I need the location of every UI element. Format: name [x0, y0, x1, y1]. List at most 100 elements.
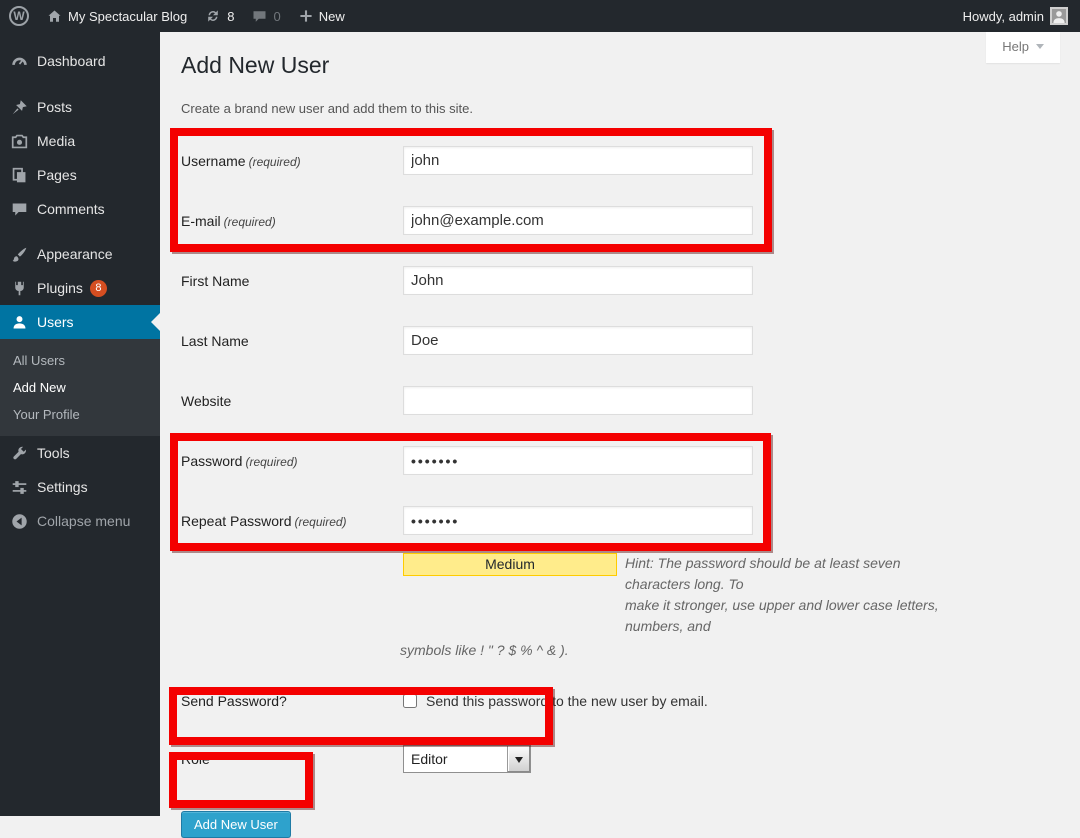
plugins-update-badge: 8	[90, 280, 107, 297]
sidebar-item-label: Plugins	[37, 280, 83, 296]
help-label: Help	[1002, 39, 1029, 54]
collapse-icon	[11, 513, 28, 530]
new-label: New	[319, 9, 345, 24]
users-submenu: All Users Add New Your Profile	[0, 339, 160, 436]
first-name-row: First Name	[181, 266, 961, 295]
first-name-input[interactable]	[403, 266, 753, 295]
password-row: Password(required)	[181, 446, 961, 475]
role-select[interactable]: Editor	[403, 745, 531, 773]
sidebar-item-label: Tools	[37, 445, 70, 461]
submenu-item-add-new[interactable]: Add New	[0, 374, 160, 401]
password-hint-line: Hint: The password should be at least se…	[625, 553, 961, 595]
sidebar-item-label: Pages	[37, 167, 77, 183]
email-label: E-mail(required)	[181, 213, 403, 229]
username-label: Username(required)	[181, 153, 403, 169]
last-name-row: Last Name	[181, 326, 961, 355]
plugin-icon	[11, 280, 28, 297]
add-new-user-button[interactable]: Add New User	[181, 811, 291, 838]
password-strength-meter: Medium	[403, 553, 617, 576]
send-password-checkbox[interactable]	[403, 694, 417, 708]
updates-link[interactable]: 8	[196, 0, 243, 32]
sidebar-item-dashboard[interactable]: Dashboard	[0, 44, 160, 78]
site-name-label: My Spectacular Blog	[68, 9, 187, 24]
comment-count: 0	[273, 9, 280, 24]
required-note: (required)	[245, 455, 297, 469]
comments-link[interactable]: 0	[243, 0, 289, 32]
role-selected-value: Editor	[404, 746, 507, 772]
email-field[interactable]	[403, 206, 753, 235]
page-title: Add New User	[181, 51, 1080, 80]
submenu-item-your-profile[interactable]: Your Profile	[0, 401, 160, 428]
media-icon	[11, 133, 28, 150]
comment-icon	[252, 9, 267, 24]
sidebar-item-posts[interactable]: Posts	[0, 90, 160, 124]
howdy-label: Howdy, admin	[963, 9, 1044, 24]
password-input[interactable]	[403, 446, 753, 475]
repeat-password-input[interactable]	[403, 506, 753, 535]
password-label: Password(required)	[181, 453, 403, 469]
chevron-down-icon	[1036, 44, 1044, 53]
brush-icon	[11, 246, 28, 263]
sidebar-item-label: Comments	[37, 201, 105, 217]
sidebar-item-label: Users	[37, 314, 74, 330]
site-name-link[interactable]: My Spectacular Blog	[38, 0, 196, 32]
collapse-menu-button[interactable]: Collapse menu	[0, 504, 160, 538]
sidebar-item-settings[interactable]: Settings	[0, 470, 160, 504]
required-note: (required)	[249, 155, 301, 169]
required-note: (required)	[295, 515, 347, 529]
wordpress-logo-icon: W	[9, 6, 29, 26]
plus-icon	[299, 9, 313, 23]
sidebar-item-plugins[interactable]: Plugins 8	[0, 271, 160, 305]
sidebar-item-comments[interactable]: Comments	[0, 192, 160, 226]
website-label: Website	[181, 393, 403, 409]
sidebar-item-pages[interactable]: Pages	[0, 158, 160, 192]
collapse-menu-label: Collapse menu	[37, 513, 130, 529]
sidebar-item-users[interactable]: Users	[0, 305, 160, 339]
avatar	[1050, 7, 1068, 25]
submenu-item-all-users[interactable]: All Users	[0, 347, 160, 374]
required-note: (required)	[224, 215, 276, 229]
select-dropdown-button[interactable]	[507, 746, 530, 772]
update-count: 8	[227, 9, 234, 24]
sidebar-item-media[interactable]: Media	[0, 124, 160, 158]
user-icon	[11, 314, 28, 331]
send-password-label: Send Password?	[181, 693, 403, 709]
help-button[interactable]: Help	[986, 32, 1060, 63]
sidebar-item-label: Appearance	[37, 246, 113, 262]
main-content: Help Add New User Create a brand new use…	[160, 32, 1080, 816]
email-row: E-mail(required)	[181, 206, 961, 235]
website-row: Website	[181, 386, 961, 415]
admin-sidebar: Dashboard Posts Media Pages Comments	[0, 32, 160, 816]
sidebar-item-label: Settings	[37, 479, 88, 495]
update-icon	[205, 8, 221, 24]
comments-icon	[11, 201, 28, 218]
website-input[interactable]	[403, 386, 753, 415]
last-name-input[interactable]	[403, 326, 753, 355]
wrench-icon	[11, 445, 28, 462]
repeat-password-row: Repeat Password(required)	[181, 506, 961, 535]
chevron-down-icon	[515, 757, 523, 767]
account-menu[interactable]: Howdy, admin	[954, 0, 1080, 32]
password-strength-row: Medium Hint: The password should be at l…	[403, 553, 961, 637]
sidebar-item-label: Posts	[37, 99, 72, 115]
password-hint-line: symbols like ! " ? $ % ^ & ).	[400, 640, 961, 661]
role-row: Role Editor	[181, 745, 961, 773]
pages-icon	[11, 167, 28, 184]
wordpress-menu[interactable]: W	[0, 0, 38, 32]
home-icon	[47, 9, 62, 24]
pin-icon	[11, 99, 28, 116]
send-password-row: Send Password? Send this password to the…	[181, 692, 961, 710]
dashboard-icon	[11, 53, 28, 70]
send-password-checkbox-label: Send this password to the new user by em…	[426, 693, 708, 709]
new-content-menu[interactable]: New	[290, 0, 354, 32]
sidebar-item-tools[interactable]: Tools	[0, 436, 160, 470]
sliders-icon	[11, 479, 28, 496]
role-label: Role	[181, 751, 403, 767]
password-hint-line: make it stronger, use upper and lower ca…	[625, 595, 961, 637]
sidebar-item-appearance[interactable]: Appearance	[0, 237, 160, 271]
admin-bar: W My Spectacular Blog 8 0 New Howdy, adm…	[0, 0, 1080, 32]
username-input[interactable]	[403, 146, 753, 175]
username-row: Username(required)	[181, 146, 961, 175]
submit-row: Add New User	[181, 811, 961, 838]
last-name-label: Last Name	[181, 333, 403, 349]
